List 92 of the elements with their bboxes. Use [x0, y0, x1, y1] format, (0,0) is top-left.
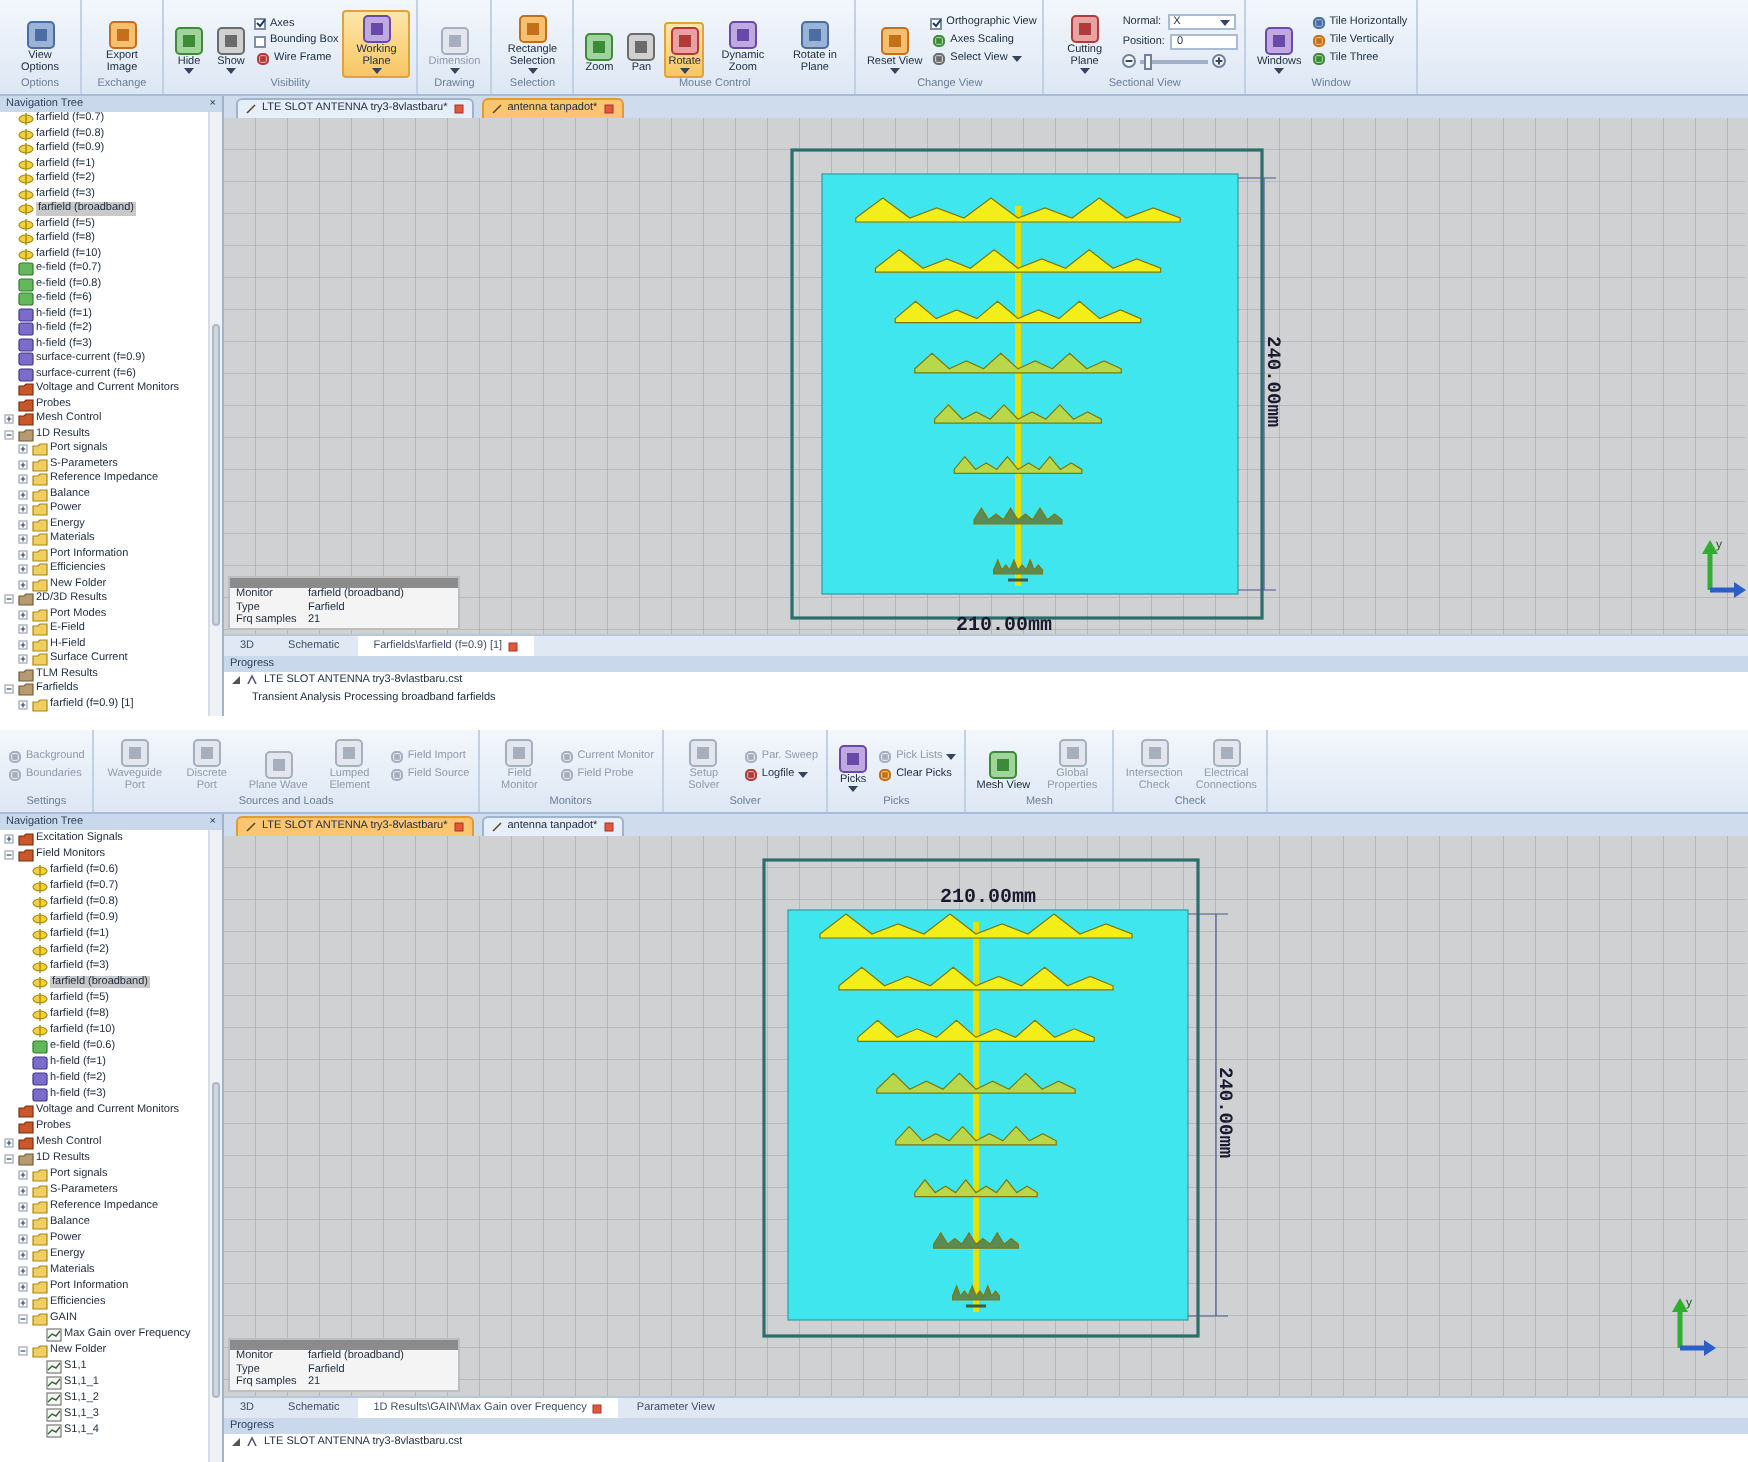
expand-toggle[interactable] — [18, 444, 28, 455]
close-icon[interactable] — [603, 104, 614, 114]
expand-toggle[interactable] — [18, 609, 28, 620]
dimension-label: 210.00mm — [956, 616, 1052, 634]
tool-icon — [119, 737, 150, 768]
expand-toggle[interactable] — [18, 624, 28, 635]
tool-icon — [504, 737, 535, 768]
expand-toggle[interactable] — [18, 1217, 28, 1227]
expand-toggle[interactable] — [18, 504, 28, 515]
pencil-icon — [246, 104, 256, 114]
tool-icon — [669, 26, 700, 57]
pencil-icon — [491, 104, 502, 114]
expand-toggle[interactable] — [18, 459, 28, 470]
tool-icon — [216, 26, 246, 57]
checkbox[interactable] — [254, 17, 266, 30]
tool-icon — [517, 13, 548, 44]
slider-thumb[interactable] — [1143, 53, 1152, 70]
chart-icon — [46, 1327, 62, 1341]
tool-icon — [439, 26, 470, 57]
expand-toggle[interactable] — [18, 564, 28, 575]
tool-icon — [838, 744, 869, 775]
zoom-in-icon[interactable] — [1212, 54, 1227, 69]
tool-icon — [584, 32, 615, 63]
expand-toggle[interactable] — [18, 549, 28, 560]
dimension-label: 240.00mm — [1214, 1067, 1236, 1159]
zoom-out-icon[interactable] — [1122, 54, 1137, 69]
tool-icon — [25, 19, 55, 50]
checkbox[interactable] — [930, 17, 943, 30]
expand-toggle[interactable] — [18, 1281, 28, 1291]
project-icon — [246, 674, 258, 687]
dimension-label: 210.00mm — [940, 888, 1036, 910]
dimension-label: 240.00mm — [1262, 336, 1284, 428]
project-icon — [246, 1436, 258, 1449]
tool-icon — [1139, 737, 1170, 768]
expand-toggle[interactable] — [18, 1185, 28, 1195]
tool-icon — [626, 32, 657, 63]
expand-toggle[interactable] — [18, 534, 28, 545]
close-icon[interactable] — [508, 641, 519, 651]
expand-toggle[interactable] — [18, 1345, 28, 1355]
tool-icon — [799, 19, 830, 50]
expand-toggle[interactable] — [18, 1249, 28, 1259]
tool-icon — [1057, 737, 1088, 768]
collapse-icon[interactable] — [232, 1438, 240, 1447]
expand-toggle[interactable] — [18, 579, 28, 590]
expand-toggle[interactable] — [4, 1153, 14, 1163]
tool-icon — [361, 13, 392, 44]
axis-icon — [1702, 540, 1746, 598]
tool-icon — [688, 737, 719, 768]
close-icon[interactable] — [453, 822, 464, 832]
folder-icon — [32, 1343, 48, 1357]
expand-toggle[interactable] — [4, 849, 14, 859]
tool-icon — [174, 26, 204, 57]
collapse-icon[interactable] — [232, 676, 240, 685]
expand-toggle[interactable] — [4, 1137, 14, 1147]
expand-toggle[interactable] — [18, 1313, 28, 1323]
pencil-icon — [246, 822, 256, 832]
tool-icon — [988, 750, 1019, 781]
tool-icon — [1264, 26, 1295, 57]
expand-toggle[interactable] — [4, 414, 14, 425]
tool-icon — [256, 51, 270, 66]
expand-toggle[interactable] — [18, 489, 28, 500]
tool-icon — [1211, 737, 1242, 768]
tool-icon — [727, 19, 758, 50]
expand-toggle[interactable] — [18, 699, 28, 710]
expand-toggle[interactable] — [18, 1265, 28, 1275]
expand-toggle[interactable] — [18, 1297, 28, 1307]
expand-toggle[interactable] — [18, 519, 28, 530]
expand-toggle[interactable] — [18, 1201, 28, 1211]
expand-toggle[interactable] — [4, 833, 14, 843]
expand-toggle[interactable] — [4, 684, 14, 695]
tool-icon — [191, 737, 222, 768]
expand-toggle[interactable] — [18, 639, 28, 650]
expand-toggle[interactable] — [18, 654, 28, 665]
expand-toggle[interactable] — [4, 429, 14, 440]
tool-icon — [879, 26, 910, 57]
close-icon[interactable] — [603, 822, 614, 832]
tool-icon — [1069, 13, 1100, 44]
pencil-icon — [491, 822, 502, 832]
axis-icon — [1672, 1298, 1716, 1356]
tool-icon — [263, 750, 294, 781]
expand-toggle[interactable] — [18, 1169, 28, 1179]
tool-icon — [334, 737, 365, 768]
close-icon[interactable] — [592, 1403, 603, 1413]
checkbox[interactable] — [254, 35, 266, 47]
expand-toggle[interactable] — [4, 594, 14, 605]
scrollbar[interactable] — [208, 112, 222, 716]
slider-track[interactable] — [1140, 59, 1209, 64]
scrollbar[interactable] — [208, 830, 222, 1462]
expand-toggle[interactable] — [18, 1233, 28, 1243]
tool-icon — [107, 19, 137, 50]
close-icon[interactable] — [453, 104, 464, 114]
expand-toggle[interactable] — [18, 474, 28, 485]
